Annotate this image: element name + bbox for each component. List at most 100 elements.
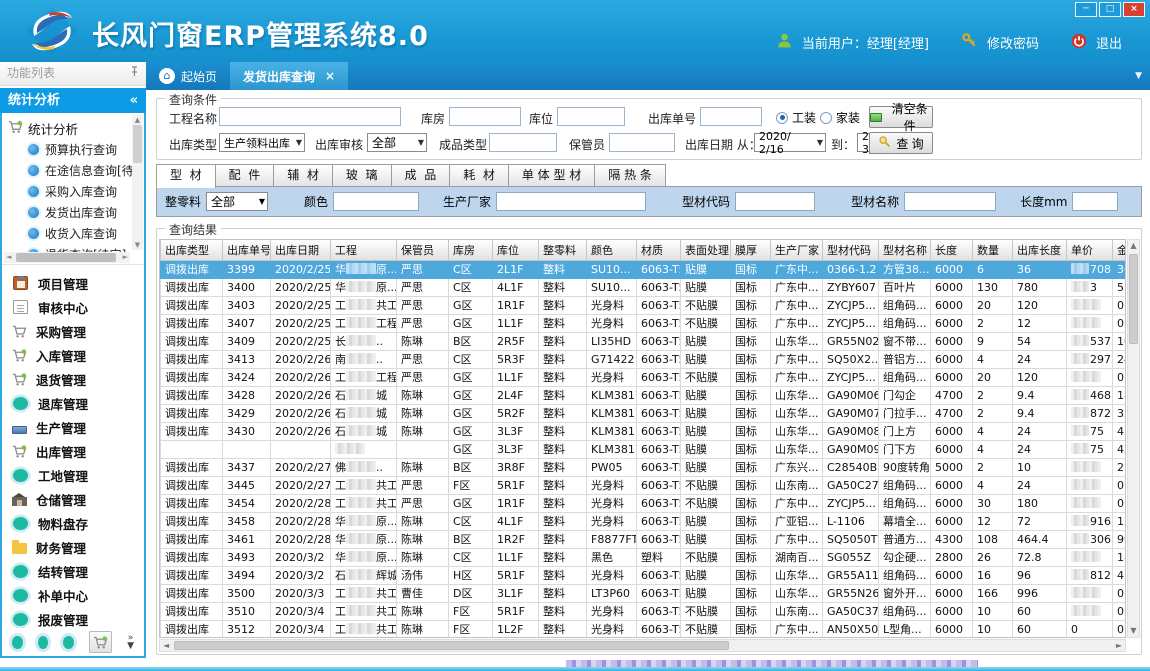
scroll-up-icon[interactable]: ▲	[1128, 240, 1139, 252]
order-no-input[interactable]	[700, 107, 762, 126]
tree-item-5[interactable]: 收货入库查询	[8, 223, 130, 244]
table-row[interactable]: 调拨出库34002020/2/25华原...严思C区4L1F整料SU10...6…	[161, 278, 1127, 296]
date-from-picker[interactable]: 2020/ 2/16▼	[754, 133, 826, 152]
column-header[interactable]: 单价	[1067, 240, 1113, 260]
logout-link[interactable]: 退出	[1096, 33, 1122, 52]
location-input[interactable]	[557, 107, 625, 126]
tree-horizontal-scrollbar[interactable]: ◄ ►	[4, 252, 130, 263]
product-type-input[interactable]	[489, 133, 557, 152]
table-row[interactable]: 调拨出库34032020/2/25工共工程严思G区1R1F整料光身料6063-T…	[161, 296, 1127, 314]
material-tab-1[interactable]: 型 材	[156, 164, 216, 188]
length-input[interactable]	[1072, 192, 1118, 211]
table-row[interactable]: 调拨出库34132020/2/26南..严思C区5R3F整料G714226063…	[161, 350, 1127, 368]
column-header[interactable]: 长度	[931, 240, 973, 260]
table-vertical-scrollbar[interactable]: ▲ ▼	[1127, 239, 1140, 638]
material-tab-3[interactable]: 辅 材	[274, 164, 333, 187]
lingliao-select[interactable]: 全部▼	[206, 192, 268, 211]
radio-gongzhuang[interactable]: 工装	[776, 109, 816, 126]
scroll-down-icon[interactable]: ▼	[1128, 625, 1139, 637]
column-header[interactable]: 颜色	[587, 240, 637, 260]
profile-name-input[interactable]	[904, 192, 996, 211]
material-tab-5[interactable]: 成 品	[392, 164, 451, 187]
tab-home[interactable]: ⌂ 起始页	[146, 62, 230, 90]
table-row[interactable]: G区3L3F整料KLM38176063-T5贴膜国标山东华...GA90M09.…	[161, 440, 1127, 458]
collapse-icon[interactable]: «	[130, 88, 138, 113]
sidebar-group-4[interactable]: 入库管理	[2, 343, 144, 367]
column-header[interactable]: 出库长度	[1013, 240, 1067, 260]
material-tab-7[interactable]: 单 体 型 材	[509, 164, 595, 187]
minimize-button[interactable]: ─	[1075, 2, 1097, 17]
warehouse-input[interactable]	[449, 107, 521, 126]
column-header[interactable]: 库房	[449, 240, 493, 260]
outbound-type-select[interactable]: 生产领料出库▼	[219, 133, 305, 152]
scroll-right-icon[interactable]: ►	[123, 252, 128, 263]
table-row[interactable]: 调拨出库34302020/2/26石城陈琳G区3L3F整料KLM38176063…	[161, 422, 1127, 440]
table-row[interactable]: 调拨出库34372020/2/27佛..陈琳B区3R8F整料PW056063-T…	[161, 458, 1127, 476]
sidebar-group-9[interactable]: 工地管理	[2, 463, 144, 487]
table-row[interactable]: 调拨出库35102020/3/4工共工程陈琳F区5R1F整料光身料6063-T5…	[161, 602, 1127, 620]
tree-item-4[interactable]: 发货出库查询	[8, 202, 130, 223]
table-row[interactable]: 调拨出库35002020/3/3工共工程曹佳D区3L1F整料LT3P606063…	[161, 584, 1127, 602]
toolbar-overflow-button[interactable]: »▼	[127, 634, 134, 650]
column-header[interactable]: 出库单号	[223, 240, 271, 260]
table-row[interactable]: 调拨出库34582020/2/28华原...陈琳C区4L1F整料光身料6063-…	[161, 512, 1127, 530]
profile-code-input[interactable]	[735, 192, 815, 211]
toolbar-circle-icon[interactable]	[12, 636, 23, 649]
scroll-thumb[interactable]	[174, 641, 729, 650]
tree-root[interactable]: 统计分析	[8, 117, 130, 139]
column-header[interactable]: 出库类型	[161, 240, 223, 260]
tree-item-1[interactable]: 预算执行查询	[8, 139, 130, 160]
search-button[interactable]: 查 询	[869, 132, 933, 154]
change-password-link[interactable]: 修改密码	[987, 33, 1039, 52]
scroll-thumb[interactable]	[16, 253, 116, 262]
column-header[interactable]: 整零料	[539, 240, 587, 260]
scroll-thumb[interactable]	[133, 125, 142, 163]
sidebar-group-14[interactable]: 补单中心	[2, 583, 144, 607]
sidebar-group-12[interactable]: 财务管理	[2, 535, 144, 559]
sidebar-group-11[interactable]: 物料盘存	[2, 511, 144, 535]
table-row[interactable]: 调拨出库34292020/2/26石城陈琳G区5R2F整料KLM38176063…	[161, 404, 1127, 422]
table-row[interactable]: 调拨出库34452020/2/27工共工程严思F区5R1F整料光身料6063-T…	[161, 476, 1127, 494]
table-row[interactable]: 调拨出库34242020/2/26工工程严思G区1L1F整料光身料6063-T5…	[161, 368, 1127, 386]
sidebar-group-3[interactable]: 采购管理	[2, 319, 144, 343]
column-header[interactable]: 表面处理	[681, 240, 731, 260]
keeper-input[interactable]	[609, 133, 675, 152]
tab-list-caret-icon[interactable]: ▼	[1135, 71, 1142, 81]
table-row[interactable]: 调拨出库35122020/3/4工共工程陈琳F区1L2F整料光身料6063-T5…	[161, 620, 1127, 638]
table-row[interactable]: 调拨出库34932020/3/2华原...陈琳C区1L1F整料黑色塑料不贴膜国标…	[161, 548, 1127, 566]
sidebar-group-10[interactable]: 仓储管理	[2, 487, 144, 511]
pin-icon[interactable]	[130, 62, 139, 85]
column-header[interactable]: 生产厂家	[771, 240, 823, 260]
toolbar-cart-button[interactable]	[89, 631, 112, 653]
scroll-up-icon[interactable]: ▲	[132, 115, 143, 125]
material-tab-8[interactable]: 隔 热 条	[595, 164, 666, 187]
clear-conditions-button[interactable]: 清空条件	[869, 106, 933, 128]
tree-vertical-scrollbar[interactable]: ▲ ▼	[132, 115, 143, 250]
material-tab-6[interactable]: 耗 材	[450, 164, 509, 187]
scroll-left-icon[interactable]: ◄	[163, 640, 169, 652]
table-row[interactable]: 调拨出库34612020/2/28华原...陈琳B区1R2F整料F8877FT6…	[161, 530, 1127, 548]
table-row[interactable]: 调拨出库34282020/2/26石城陈琳G区2L4F整料KLM38176063…	[161, 386, 1127, 404]
material-tab-4[interactable]: 玻 璃	[333, 164, 392, 187]
scroll-down-icon[interactable]: ▼	[132, 240, 143, 250]
column-header[interactable]: 膜厚	[731, 240, 771, 260]
maximize-button[interactable]: □	[1099, 2, 1121, 17]
table-row[interactable]: 调拨出库34092020/2/25长..陈琳B区2R5F整料LI35HD6063…	[161, 332, 1127, 350]
column-header[interactable]: 型材代码	[823, 240, 879, 260]
close-button[interactable]: ×	[1123, 2, 1145, 17]
column-header[interactable]: 库位	[493, 240, 539, 260]
project-name-input[interactable]	[219, 107, 401, 126]
sidebar-group-2[interactable]: 审核中心	[2, 295, 144, 319]
scroll-thumb[interactable]	[1129, 254, 1138, 344]
sidebar-section-header[interactable]: 统计分析 «	[0, 88, 146, 113]
tree-item-3[interactable]: 采购入库查询	[8, 181, 130, 202]
column-header[interactable]: 数量	[973, 240, 1013, 260]
toolbar-circle-icon[interactable]	[38, 636, 49, 649]
sidebar-group-1[interactable]: 项目管理	[2, 271, 144, 295]
tab-shipment-query[interactable]: 发货出库查询 ×	[230, 62, 348, 90]
factory-input[interactable]	[496, 192, 646, 211]
sidebar-group-13[interactable]: 结转管理	[2, 559, 144, 583]
audit-select[interactable]: 全部▼	[367, 133, 427, 152]
table-row[interactable]: 调拨出库33992020/2/25华原...严思C区2L1F整料SU10...6…	[161, 260, 1127, 278]
sidebar-group-5[interactable]: 退货管理	[2, 367, 144, 391]
